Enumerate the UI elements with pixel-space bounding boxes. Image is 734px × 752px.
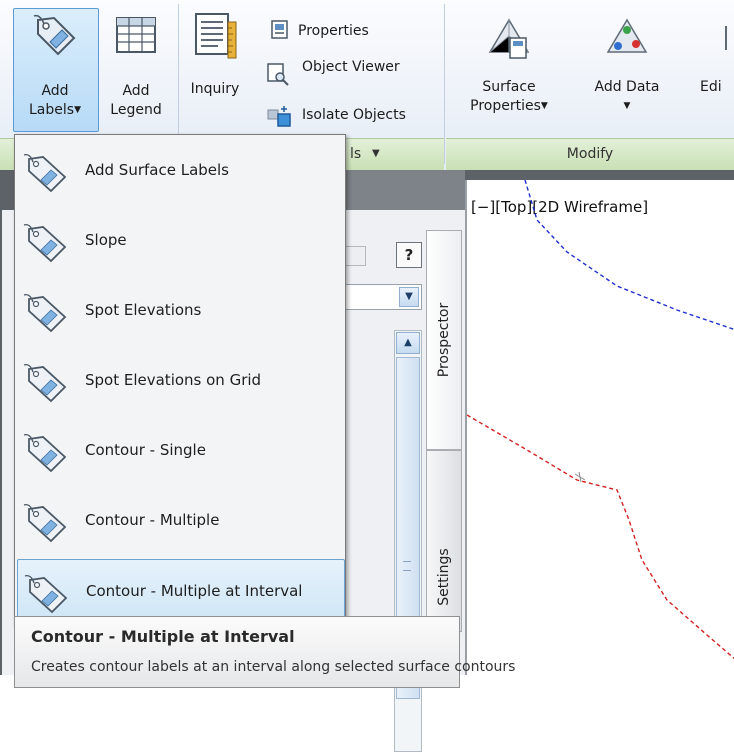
add-legend-button[interactable]: Add Legend bbox=[100, 12, 172, 120]
panel-scrollbar[interactable]: ▲ bbox=[394, 330, 422, 752]
add-labels-line2: Labels▼ bbox=[29, 102, 81, 118]
scroll-grip-icon bbox=[403, 561, 411, 571]
tab-prospector-label: Prospector bbox=[436, 302, 452, 378]
add-labels-button[interactable]: Add Labels▼ bbox=[14, 12, 96, 120]
menu-item-label: Spot Elevations on Grid bbox=[85, 371, 262, 389]
menu-item-label: Spot Elevations bbox=[85, 301, 202, 319]
scroll-up-button[interactable]: ▲ bbox=[396, 332, 420, 354]
panel-dropdown[interactable]: ▼ bbox=[334, 284, 422, 310]
inquiry-button[interactable]: Inquiry bbox=[182, 12, 248, 99]
menu-item-label: Contour - Multiple bbox=[85, 511, 220, 529]
menu-item-label: Slope bbox=[85, 231, 127, 249]
table-icon bbox=[116, 17, 156, 53]
menu-item-spot-elevations-on-grid[interactable]: Spot Elevations on Grid bbox=[17, 349, 343, 415]
tab-settings-label: Settings bbox=[436, 548, 452, 606]
menu-item-contour-single[interactable]: Contour - Single bbox=[17, 419, 343, 485]
add-legend-line1: Add bbox=[122, 83, 150, 99]
menu-item-label: Contour - Single bbox=[85, 441, 206, 459]
properties-icon bbox=[271, 20, 288, 39]
dropdown-arrow-icon: ▼ bbox=[74, 105, 81, 115]
tag-icon bbox=[23, 154, 67, 193]
panel-header bbox=[340, 170, 465, 210]
tag-icon bbox=[23, 434, 67, 473]
help-icon: ? bbox=[404, 246, 414, 264]
drawing-canvas bbox=[467, 180, 734, 660]
tooltip-title: Contour - Multiple at Interval bbox=[31, 627, 295, 646]
tab-prospector[interactable]: Prospector bbox=[426, 230, 462, 450]
tab-settings[interactable]: Settings bbox=[426, 450, 462, 632]
ribbon-separator bbox=[444, 4, 445, 164]
menu-item-slope[interactable]: Slope bbox=[17, 209, 343, 275]
modify-group-bar[interactable]: Modify bbox=[446, 138, 734, 171]
dropdown-arrow-icon: ▼ bbox=[623, 101, 631, 111]
edit-surface-icon bbox=[725, 26, 727, 50]
add-data-icon bbox=[606, 18, 648, 53]
chevron-down-icon: ▼ bbox=[372, 148, 380, 159]
tooltip-description: Creates contour labels at an interval al… bbox=[31, 659, 516, 675]
menu-item-add-surface-labels[interactable]: Add Surface Labels bbox=[17, 139, 343, 205]
blue-contour-line bbox=[524, 180, 734, 331]
inquiry-icon bbox=[195, 13, 237, 59]
tag-icon bbox=[23, 224, 67, 263]
labels-group-title: ls bbox=[350, 146, 362, 162]
menu-item-contour-multiple[interactable]: Contour - Multiple bbox=[17, 489, 343, 555]
red-contour-line bbox=[467, 414, 734, 660]
help-button[interactable]: ? bbox=[396, 242, 422, 268]
tag-icon bbox=[23, 364, 67, 403]
add-labels-line1: Add bbox=[41, 83, 69, 99]
add-legend-line2: Legend bbox=[110, 102, 162, 118]
add-data-button[interactable]: Add Data ▼ bbox=[582, 16, 672, 116]
isolate-objects-icon bbox=[267, 106, 291, 127]
surface-properties-icon bbox=[488, 18, 530, 59]
properties-label: Properties bbox=[298, 23, 369, 39]
tag-icon bbox=[24, 575, 68, 614]
dropdown-arrow-icon: ▼ bbox=[540, 101, 548, 111]
tag-icon bbox=[23, 504, 67, 543]
add-labels-menu: Add Surface Labels Slope Spot Elevations… bbox=[14, 134, 346, 627]
drawing-viewport[interactable]: [−][Top][2D Wireframe] bbox=[465, 180, 734, 675]
edit-surface-label: Edi bbox=[700, 79, 722, 95]
isolate-objects-label: Isolate Objects bbox=[302, 107, 406, 123]
menu-item-spot-elevations[interactable]: Spot Elevations bbox=[17, 279, 343, 345]
tag-icon bbox=[23, 294, 67, 333]
menu-item-label: Add Surface Labels bbox=[85, 161, 230, 179]
edit-surface-button[interactable]: Edi bbox=[700, 16, 734, 97]
modify-group-title: Modify bbox=[566, 146, 614, 162]
viewport-frame bbox=[465, 170, 734, 180]
menu-item-label: Contour - Multiple at Interval bbox=[86, 582, 303, 600]
surface-properties-line1: Surface bbox=[482, 79, 536, 95]
surface-properties-button[interactable]: Surface Properties▼ bbox=[458, 16, 560, 116]
inquiry-label: Inquiry bbox=[190, 81, 240, 97]
object-viewer-label: Object Viewer bbox=[302, 59, 400, 75]
tag-icon bbox=[33, 14, 76, 56]
dropdown-chevron-icon: ▼ bbox=[399, 287, 419, 307]
surface-properties-line2: Properties▼ bbox=[470, 98, 548, 114]
add-data-label: Add Data bbox=[594, 79, 660, 95]
object-viewer-icon bbox=[267, 63, 289, 86]
tooltip: Contour - Multiple at Interval Creates c… bbox=[14, 616, 515, 688]
